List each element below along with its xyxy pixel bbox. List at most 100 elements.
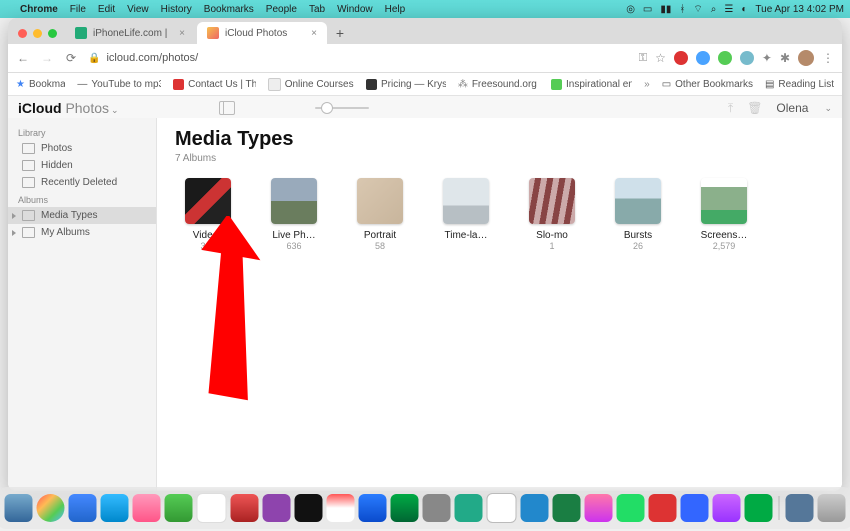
dock-podcasts[interactable] (263, 494, 291, 522)
bookmark-item[interactable]: ★Bookmarks (16, 79, 65, 90)
address-bar: ← → ⟳ 🔒 icloud.com/photos/ ⚿ ☆ ✦ ✱ ⋮ (8, 44, 842, 73)
folder-icon (22, 210, 35, 221)
upload-icon[interactable]: ⤒ (728, 101, 733, 116)
dock-messages[interactable] (165, 494, 193, 522)
window-minimize[interactable] (33, 29, 42, 38)
bookmark-item[interactable]: Contact Us | The I… (173, 79, 256, 90)
sidebar-header-albums: Albums (8, 191, 156, 207)
search-icon[interactable]: ⌕ (711, 4, 717, 15)
page-subtitle: 7 Albums (175, 153, 824, 164)
window-zoom[interactable] (48, 29, 57, 38)
forward-button[interactable]: → (40, 51, 54, 65)
dock-mail[interactable] (101, 494, 129, 522)
dock-news[interactable] (327, 494, 355, 522)
album-live-photos[interactable]: Live Ph… 636 (261, 178, 327, 251)
chrome-menu-icon[interactable]: ⋮ (822, 51, 834, 65)
menu-edit[interactable]: Edit (98, 4, 115, 15)
profile-avatar[interactable] (798, 50, 814, 66)
album-videos[interactable]: Videos 321 (175, 178, 241, 251)
sidebar-item-recently-deleted[interactable]: Recently Deleted (8, 174, 156, 191)
dock-app[interactable] (617, 494, 645, 522)
album-portrait[interactable]: Portrait 58 (347, 178, 413, 251)
bookmark-item[interactable]: Pricing — Krystle… (366, 79, 446, 90)
url-field[interactable]: 🔒 icloud.com/photos/ (88, 52, 629, 64)
menubar-clock[interactable]: Tue Apr 13 4:02 PM (755, 4, 844, 15)
new-tab-button[interactable]: + (329, 22, 351, 44)
dock-photos[interactable] (133, 494, 161, 522)
ext-icon[interactable] (718, 51, 732, 65)
dock-app[interactable] (231, 494, 259, 522)
dock-app[interactable] (487, 493, 517, 523)
reload-button[interactable]: ⟳ (64, 51, 78, 65)
sidebar-item-media-types[interactable]: Media Types (8, 207, 156, 224)
sidebar-item-hidden[interactable]: Hidden (8, 157, 156, 174)
menu-people[interactable]: People (266, 4, 297, 15)
dock-app[interactable] (585, 494, 613, 522)
extensions-icon[interactable]: ✱ (780, 51, 790, 65)
dock-app[interactable] (681, 494, 709, 522)
menu-history[interactable]: History (161, 4, 192, 15)
zoom-slider[interactable] (315, 107, 369, 109)
ext-icon[interactable] (674, 51, 688, 65)
dock-app[interactable] (713, 494, 741, 522)
ext-icon[interactable]: ✦ (762, 51, 772, 65)
menu-window[interactable]: Window (337, 4, 373, 15)
tab-iphonelife[interactable]: iPhoneLife.com | × (65, 22, 195, 44)
bookmark-item[interactable]: Online Courses | T… (268, 78, 354, 91)
album-time-lapse[interactable]: Time-la… (433, 178, 499, 251)
dock-calendar[interactable] (197, 493, 227, 523)
key-icon[interactable]: ⚿ (639, 52, 647, 65)
dock-appstore[interactable] (359, 494, 387, 522)
bookmark-item[interactable]: —YouTube to mp3 C… (77, 79, 161, 90)
dock-safari[interactable] (69, 494, 97, 522)
close-tab-icon[interactable]: × (311, 28, 317, 39)
album-slo-mo[interactable]: Slo-mo 1 (519, 178, 585, 251)
bookmarks-bar: ★Bookmarks —YouTube to mp3 C… Contact Us… (8, 73, 842, 96)
reading-list[interactable]: ▤Reading List (765, 79, 834, 90)
dock-downloads[interactable] (786, 494, 814, 522)
album-bursts[interactable]: Bursts 26 (605, 178, 671, 251)
back-button[interactable]: ← (16, 51, 30, 65)
ext-icon[interactable] (740, 51, 754, 65)
bookmark-item[interactable]: ⁂Freesound.org - h… (458, 79, 539, 90)
menu-view[interactable]: View (127, 4, 149, 15)
sidebar-toggle-icon[interactable] (219, 101, 235, 115)
app-brand[interactable]: iCloud Photos⌄ (18, 100, 119, 116)
album-screenshots[interactable]: Screens… 2,579 (691, 178, 757, 251)
menu-bookmarks[interactable]: Bookmarks (204, 4, 254, 15)
ext-icon[interactable] (696, 51, 710, 65)
dock-finder[interactable] (5, 494, 33, 522)
dock-facetime[interactable] (391, 494, 419, 522)
bookmark-item[interactable]: Inspirational envir… (551, 79, 632, 90)
sidebar-item-my-albums[interactable]: My Albums (8, 224, 156, 241)
menu-file[interactable]: File (70, 4, 86, 15)
delete-icon[interactable]: 🗑 (747, 101, 762, 115)
dock-trash[interactable] (818, 494, 846, 522)
dock-app[interactable] (649, 494, 677, 522)
close-tab-icon[interactable]: × (179, 28, 185, 39)
bookmarks-overflow[interactable]: » (644, 79, 650, 90)
other-bookmarks[interactable]: ▭Other Bookmarks (662, 79, 753, 90)
dock-app[interactable] (455, 494, 483, 522)
album-thumb (443, 178, 489, 224)
dock-word[interactable] (521, 494, 549, 522)
user-name[interactable]: Olena (776, 101, 808, 115)
dock-app[interactable] (745, 494, 773, 522)
disclosure-icon (12, 230, 16, 236)
dock-excel[interactable] (553, 494, 581, 522)
tab-icloud-photos[interactable]: iCloud Photos × (197, 22, 327, 44)
control-center-icon[interactable]: ☰ (724, 4, 733, 15)
dock-settings[interactable] (423, 494, 451, 522)
menu-tab[interactable]: Tab (309, 4, 325, 15)
flag-icon: ▭ (643, 4, 652, 15)
dock-chrome[interactable] (37, 494, 65, 522)
star-icon[interactable]: ☆ (655, 51, 666, 65)
dock-tv[interactable] (295, 494, 323, 522)
menu-help[interactable]: Help (385, 4, 406, 15)
favicon-icon (207, 27, 219, 39)
siri-icon[interactable]: ◐ (741, 4, 747, 15)
sidebar-item-photos[interactable]: Photos (8, 140, 156, 157)
window-close[interactable] (18, 29, 27, 38)
menubar-app[interactable]: Chrome (20, 4, 58, 15)
sidebar-header-library: Library (8, 124, 156, 140)
